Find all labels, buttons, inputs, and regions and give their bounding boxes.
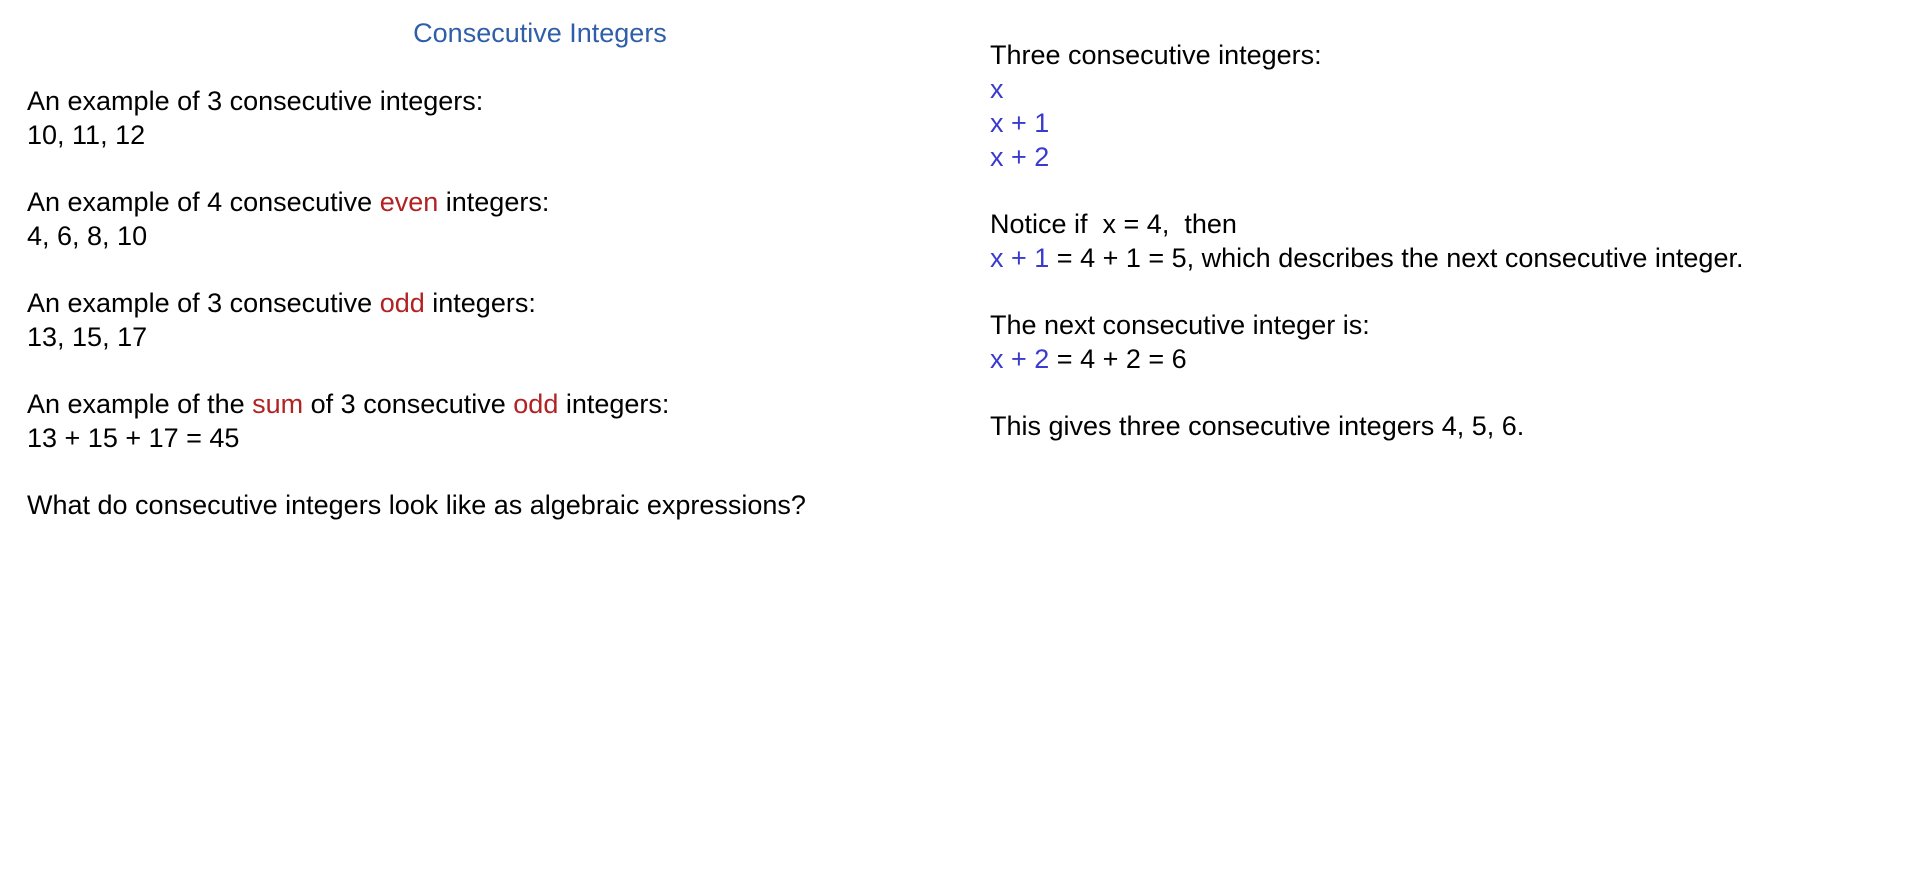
keyword-even: even — [379, 187, 439, 217]
expressions-heading: Three consecutive integers: — [990, 40, 1322, 70]
example-odd-values: 13, 15, 17 — [27, 322, 148, 352]
keyword-sum: sum — [252, 389, 304, 419]
text-fragment: integers: — [558, 389, 670, 419]
expression-x-plus-1: x + 1 — [990, 108, 1050, 138]
expression-x-plus-1: x + 1 — [990, 243, 1050, 273]
text-fragment: = 4 + 2 = 6 — [1049, 344, 1187, 374]
example-sum-heading: An example of the sum of 3 consecutive o… — [27, 387, 806, 421]
text-fragment: An example of 4 consecutive — [27, 187, 380, 217]
next-integer-heading: The next consecutive integer is: — [990, 310, 1370, 340]
notice-text: Notice if x = 4, then — [990, 209, 1237, 239]
example-odd-heading: An example of 3 consecutive odd integers… — [27, 286, 806, 320]
text-fragment: An example of 3 consecutive — [27, 288, 380, 318]
expression-x-plus-2: x + 2 — [990, 344, 1050, 374]
keyword-odd: odd — [379, 288, 425, 318]
expression-x: x — [990, 74, 1004, 104]
expressions-column: Three consecutive integers: x x + 1 x + … — [990, 38, 1743, 443]
example-even-heading: An example of 4 consecutive even integer… — [27, 185, 806, 219]
text-fragment: An example of the — [27, 389, 253, 419]
example-sum-equation: 13 + 15 + 17 = 45 — [27, 423, 240, 453]
example-consecutive-values: 10, 11, 12 — [27, 120, 146, 150]
conclusion-text: This gives three consecutive integers 4,… — [990, 411, 1525, 441]
text-fragment: integers: — [424, 288, 536, 318]
example-even-values: 4, 6, 8, 10 — [27, 221, 148, 251]
step-following-integer: x + 2 = 4 + 2 = 6 — [990, 342, 1743, 376]
expression-x-plus-2: x + 2 — [990, 142, 1050, 172]
text-fragment: of 3 consecutive — [303, 389, 514, 419]
keyword-odd: odd — [513, 389, 559, 419]
examples-column: An example of 3 consecutive integers: 10… — [27, 84, 806, 522]
example-consecutive-heading: An example of 3 consecutive integers: — [27, 86, 484, 116]
step-next-integer: x + 1 = 4 + 1 = 5, which describes the n… — [990, 241, 1743, 275]
text-fragment: integers: — [438, 187, 550, 217]
text-fragment: = 4 + 1 = 5, which describes the next co… — [1049, 243, 1744, 273]
page-title: Consecutive Integers — [413, 18, 667, 48]
question-text: What do consecutive integers look like a… — [27, 490, 806, 520]
